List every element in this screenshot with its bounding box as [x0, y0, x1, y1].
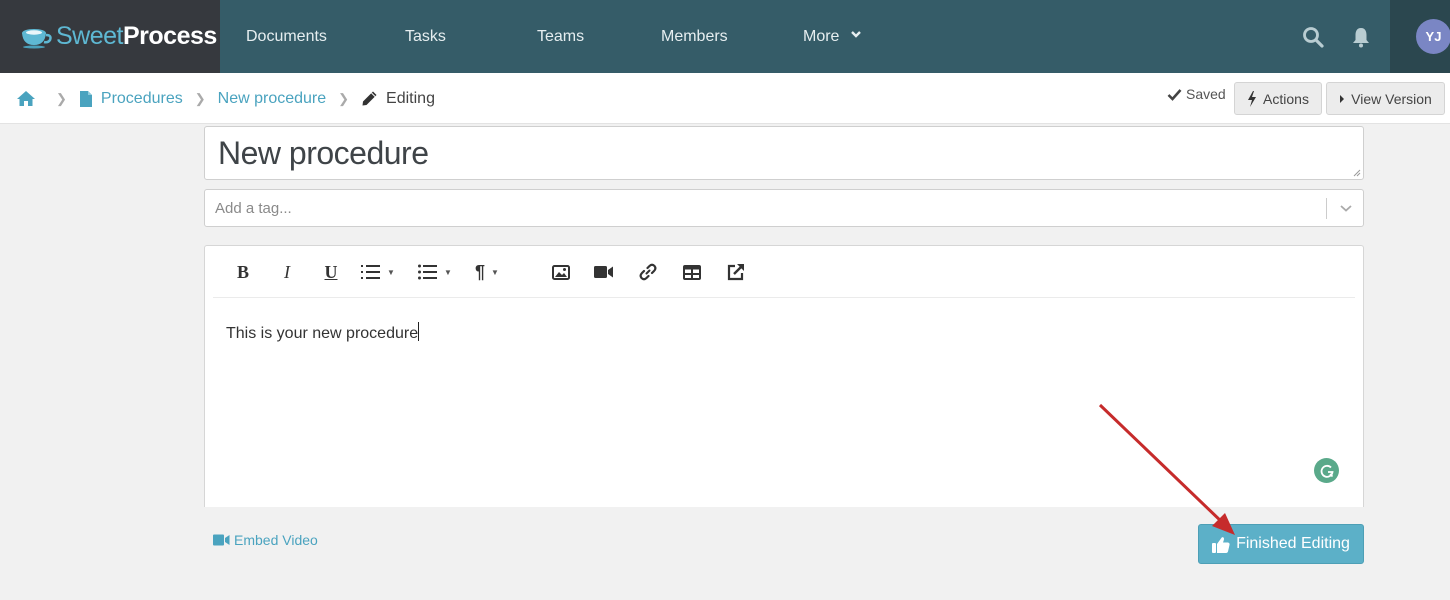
grammarly-icon[interactable]	[1314, 458, 1339, 483]
bullet-list-icon	[418, 264, 437, 280]
caret-down-icon: ▼	[444, 267, 452, 277]
pencil-icon	[362, 91, 377, 106]
insert-image-button[interactable]	[552, 260, 570, 284]
breadcrumb-separator: ❯	[194, 90, 206, 106]
ordered-list-icon	[361, 265, 380, 279]
coffee-cup-icon	[22, 28, 52, 48]
caret-down-icon: ▼	[491, 267, 499, 277]
thumbs-up-icon	[1212, 536, 1230, 553]
nav-more[interactable]: More	[803, 0, 862, 73]
breadcrumb: ❯ Procedures ❯ New procedure ❯ Editing	[16, 73, 435, 124]
bolt-icon	[1248, 90, 1257, 107]
breadcrumb-procedures[interactable]: Procedures	[101, 90, 183, 108]
insert-video-button[interactable]	[594, 260, 614, 284]
nav-teams[interactable]: Teams	[537, 0, 584, 73]
grammarly-g-icon	[1320, 464, 1334, 478]
check-icon	[1167, 88, 1182, 101]
home-icon[interactable]	[16, 90, 36, 107]
nav-documents[interactable]: Documents	[246, 0, 327, 73]
nav-more-label: More	[803, 28, 840, 45]
user-avatar[interactable]: YJ	[1416, 19, 1450, 54]
table-icon	[683, 264, 701, 280]
document-icon	[79, 90, 92, 107]
ordered-list-button[interactable]: ▼	[361, 260, 395, 284]
italic-button[interactable]: I	[275, 260, 299, 284]
insert-link-button[interactable]	[639, 260, 657, 284]
brand-name-bold: Process	[122, 22, 217, 50]
procedure-title-input[interactable]: New procedure	[204, 126, 1364, 180]
nav-tasks[interactable]: Tasks	[405, 0, 446, 73]
nav-members[interactable]: Members	[661, 0, 728, 73]
breadcrumb-current: Editing	[386, 89, 435, 107]
paragraph-format-button[interactable]: ¶ ▼	[475, 260, 499, 284]
finished-editing-button[interactable]: Finished Editing	[1198, 524, 1364, 564]
paragraph-icon: ¶	[475, 261, 486, 282]
breadcrumb-bar: ❯ Procedures ❯ New procedure ❯ Editing S…	[0, 73, 1450, 124]
actions-button[interactable]: Actions	[1234, 82, 1322, 115]
search-icon[interactable]	[1301, 25, 1325, 49]
breadcrumb-separator: ❯	[338, 90, 350, 106]
actions-label: Actions	[1263, 90, 1309, 107]
bullet-list-button[interactable]: ▼	[418, 260, 452, 284]
finished-editing-label: Finished Editing	[1236, 535, 1350, 552]
tag-input[interactable]	[215, 190, 1315, 226]
brand-name-light: Sweet	[56, 22, 123, 50]
caret-down-icon: ▼	[387, 267, 395, 277]
saved-label: Saved	[1186, 86, 1226, 102]
chevron-down-icon	[851, 31, 861, 38]
breadcrumb-separator: ❯	[56, 90, 67, 106]
tag-divider	[1326, 198, 1327, 219]
tag-select[interactable]	[204, 189, 1364, 227]
editor-body-text: This is your new procedure	[226, 325, 419, 342]
image-icon	[552, 264, 570, 280]
underline-button[interactable]: U	[319, 260, 343, 284]
external-link-icon	[727, 264, 744, 281]
brand-logo[interactable]: Sweet Process	[0, 0, 220, 73]
view-version-button[interactable]: View Version	[1326, 82, 1445, 115]
video-camera-icon	[594, 266, 613, 278]
embed-video-label: Embed Video	[234, 532, 318, 548]
embed-button[interactable]	[727, 260, 745, 284]
bold-button[interactable]: B	[231, 260, 255, 284]
breadcrumb-new-procedure[interactable]: New procedure	[218, 90, 327, 108]
video-camera-icon	[213, 534, 230, 546]
caret-right-icon	[1340, 94, 1345, 103]
link-icon	[639, 263, 657, 281]
editor-content[interactable]: This is your new procedure	[226, 322, 420, 343]
text-cursor	[418, 322, 420, 341]
resize-handle-icon[interactable]	[1353, 169, 1361, 177]
embed-video-link[interactable]: Embed Video	[213, 532, 318, 548]
saved-status: Saved	[1167, 86, 1226, 102]
chevron-down-icon[interactable]	[1338, 200, 1354, 216]
editor-toolbar: B I U ▼ ▼ ¶ ▼	[213, 246, 1355, 298]
procedure-title-text: New procedure	[218, 135, 429, 171]
view-version-label: View Version	[1351, 90, 1432, 107]
rich-text-editor: B I U ▼ ▼ ¶ ▼ This is your new procedure	[204, 245, 1364, 507]
insert-table-button[interactable]	[683, 260, 701, 284]
bell-icon[interactable]	[1349, 25, 1373, 49]
top-navbar: Sweet Process Documents Tasks Teams Membe…	[0, 0, 1450, 73]
